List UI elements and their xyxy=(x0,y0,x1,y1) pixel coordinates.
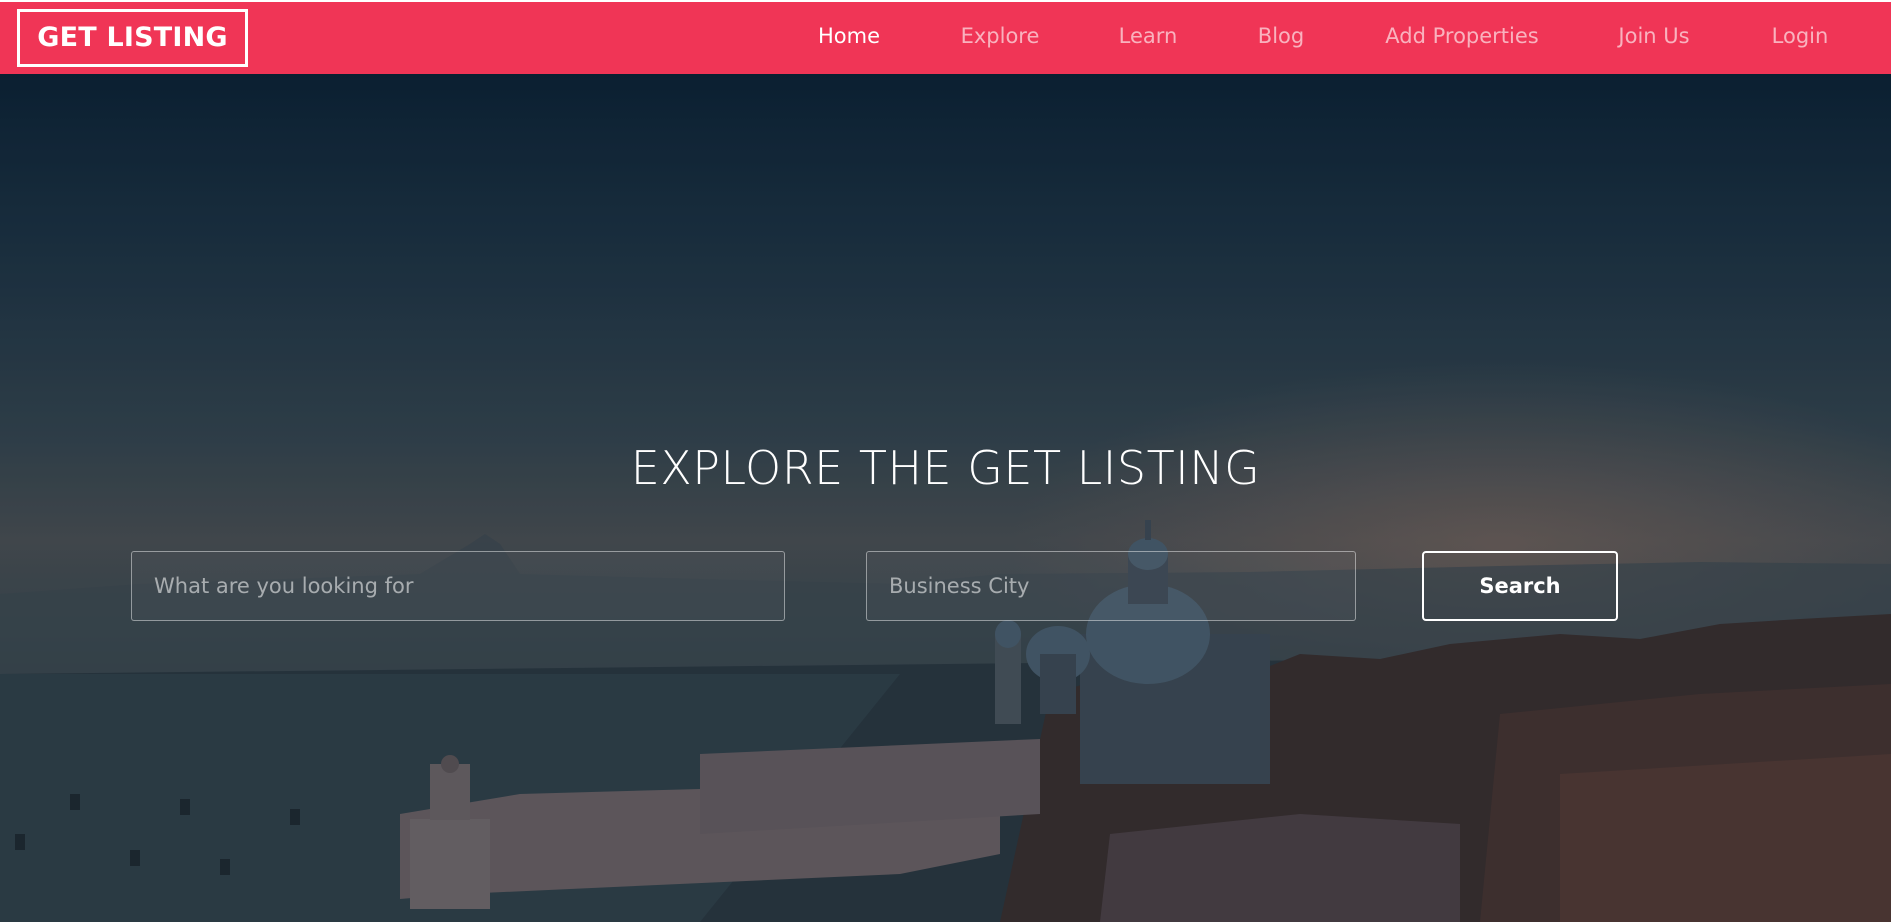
nav-home[interactable]: Home xyxy=(818,24,880,48)
nav-blog[interactable]: Blog xyxy=(1258,24,1304,48)
brand-logo[interactable]: GET LISTING xyxy=(17,9,248,67)
keyword-search-input[interactable] xyxy=(131,551,785,621)
hero-section: EXPLORE THE GET LISTING Search xyxy=(0,74,1891,922)
top-navbar: GET LISTING Home Explore Learn Blog Add … xyxy=(0,0,1891,74)
nav-join-us[interactable]: Join Us xyxy=(1618,24,1689,48)
nav-login[interactable]: Login xyxy=(1772,24,1829,48)
nav-learn[interactable]: Learn xyxy=(1119,24,1178,48)
nav-explore[interactable]: Explore xyxy=(961,24,1040,48)
search-button[interactable]: Search xyxy=(1422,551,1618,621)
business-city-input[interactable] xyxy=(866,551,1356,621)
page: GET LISTING Home Explore Learn Blog Add … xyxy=(0,0,1891,922)
nav-add-properties[interactable]: Add Properties xyxy=(1385,24,1538,48)
hero-title: EXPLORE THE GET LISTING xyxy=(630,440,1261,495)
hero-dark-overlay xyxy=(0,74,1891,922)
